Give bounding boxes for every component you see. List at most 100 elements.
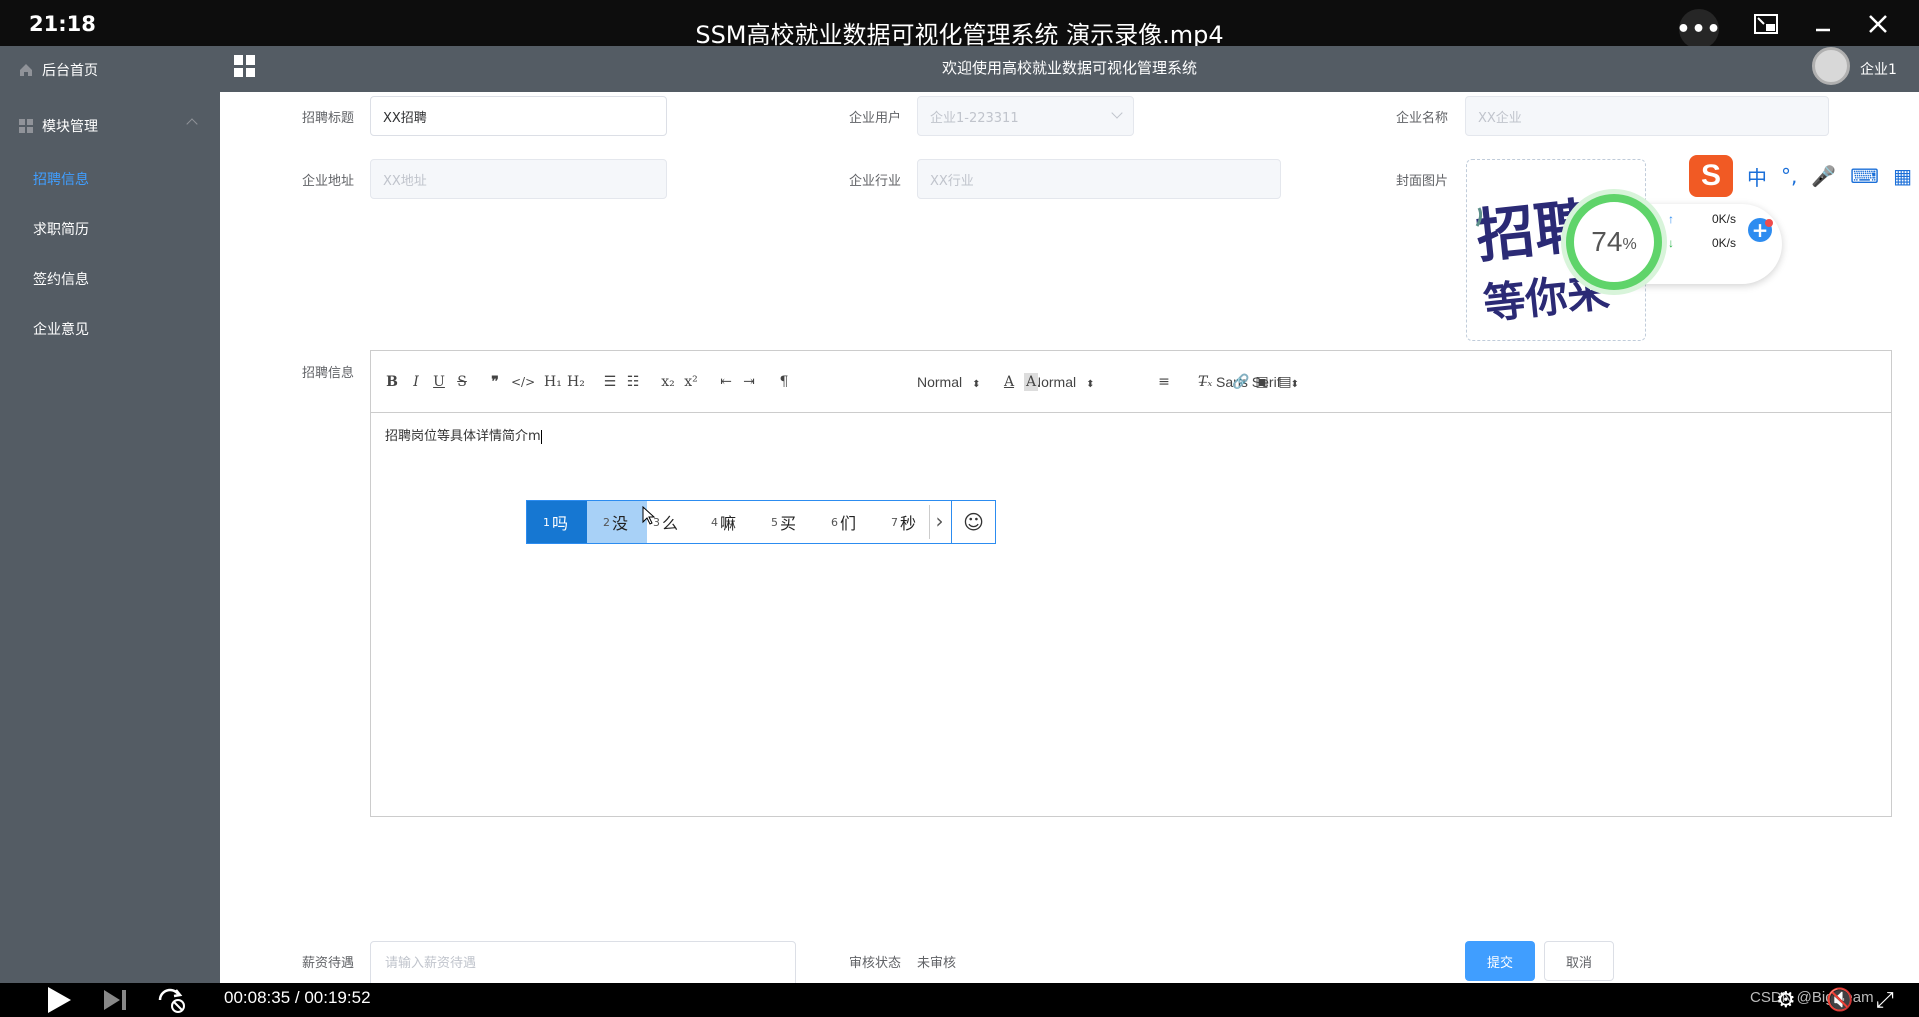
sidebar-item-home[interactable]: 后台首页 xyxy=(0,50,220,90)
submit-button[interactable]: 提交 xyxy=(1465,941,1535,981)
fullscreen-button[interactable]: ⤢ xyxy=(1876,985,1894,1015)
superscript-icon[interactable]: x² xyxy=(684,373,698,391)
image-icon[interactable]: ▣ xyxy=(1255,373,1269,391)
next-button[interactable] xyxy=(102,985,128,1015)
download-speed: 0K/s xyxy=(1712,236,1737,250)
clear-format-icon[interactable]: T̶ₓ xyxy=(1198,373,1212,391)
sogou-logo[interactable]: S xyxy=(1689,155,1733,197)
sidebar-item-resumes[interactable]: 求职简历 xyxy=(0,209,220,249)
settings-button[interactable]: ⚙ xyxy=(1776,985,1796,1015)
company-user-value: 企业1-223311 xyxy=(930,110,1019,126)
more-options-button[interactable]: ••• xyxy=(1676,9,1722,49)
cancel-button[interactable]: 取消 xyxy=(1544,941,1614,981)
code-block-icon[interactable]: </> xyxy=(511,373,535,391)
chevron-right-icon[interactable]: › xyxy=(929,505,949,539)
salary-placeholder: 请输入薪资待遇 xyxy=(385,956,477,971)
volume-button[interactable]: 🔇 xyxy=(1826,985,1853,1015)
header-picker-label: Normal xyxy=(917,374,963,390)
pip-button[interactable] xyxy=(1746,7,1786,41)
text-direction-icon[interactable]: ¶ xyxy=(777,373,791,391)
upload-arrow-icon: ↑ xyxy=(1668,212,1674,226)
candidate-text: 买 xyxy=(780,514,797,533)
minimize-button[interactable] xyxy=(1803,7,1843,41)
industry-input[interactable]: XX行业 xyxy=(917,159,1281,199)
ime-candidate[interactable]: 1吗 xyxy=(527,501,587,543)
company-name-value: XX企业 xyxy=(1478,110,1522,126)
ime-candidate[interactable]: 5买 xyxy=(765,501,825,543)
sidebar-item-contracts[interactable]: 签约信息 xyxy=(0,259,220,299)
skip-next-icon xyxy=(104,990,126,1010)
sidebar-item-module[interactable]: 模块管理 xyxy=(0,106,220,146)
play-button[interactable] xyxy=(46,985,72,1015)
video-player: 21:18 SSM高校就业数据可视化管理系统 演示录像.mp4 ••• 后台首页… xyxy=(0,0,1919,1017)
bullet-list-icon[interactable]: ☷ xyxy=(626,373,640,391)
video-icon[interactable]: ▤ xyxy=(1278,373,1292,391)
font-color-icon[interactable]: A xyxy=(1002,373,1016,391)
italic-icon[interactable]: I xyxy=(409,373,423,391)
candidate-text: 们 xyxy=(840,514,857,533)
title-input-value: XX招聘 xyxy=(383,110,427,126)
memory-usage-ring[interactable]: 74% xyxy=(1566,194,1662,290)
ime-candidate[interactable]: 2没 xyxy=(587,501,647,543)
close-button[interactable] xyxy=(1858,7,1898,41)
bold-icon[interactable]: B xyxy=(385,373,399,391)
rich-text-editor[interactable]: B I U S ❞ </> H₁ H₂ ☰ ☷ x₂ x² ⇤ ⇥ ¶ Norm… xyxy=(370,350,1892,817)
industry-value: XX行业 xyxy=(930,173,974,189)
candidate-number: 1 xyxy=(543,515,550,529)
close-icon xyxy=(1869,15,1887,33)
header-2-icon[interactable]: H₂ xyxy=(567,373,585,391)
emoji-icon[interactable]: ☺ xyxy=(951,501,995,543)
upload-speed: 0K/s xyxy=(1712,212,1737,226)
loop-button[interactable] xyxy=(156,985,188,1015)
ime-candidate[interactable]: 6们 xyxy=(825,501,885,543)
background-color-icon[interactable]: A xyxy=(1024,373,1038,391)
outdent-icon[interactable]: ⇤ xyxy=(719,373,733,391)
ime-candidate[interactable]: 4嘛 xyxy=(705,501,765,543)
sidebar-item-recruitment[interactable]: 招聘信息 xyxy=(0,159,220,199)
underline-icon[interactable]: U xyxy=(432,373,446,391)
candidate-number: 7 xyxy=(891,515,898,529)
sidebar-item-feedback[interactable]: 企业意见 xyxy=(0,309,220,349)
ime-candidate[interactable]: 7秒 xyxy=(885,501,929,543)
playback-time: 00:08:35 / 00:19:52 xyxy=(224,988,371,1007)
keyboard-icon[interactable]: ⌨ xyxy=(1850,164,1879,188)
align-icon[interactable]: ≡ xyxy=(1157,373,1171,391)
company-name-input[interactable]: XX企业 xyxy=(1465,96,1829,136)
company-user-select[interactable]: 企业1-223311 xyxy=(917,96,1134,136)
indent-icon[interactable]: ⇥ xyxy=(742,373,756,391)
blockquote-icon[interactable]: ❞ xyxy=(488,373,502,391)
microphone-icon[interactable]: 🎤 xyxy=(1811,164,1836,188)
review-status: 未审核 xyxy=(917,956,957,971)
more-icon: ••• xyxy=(1676,16,1722,42)
strike-icon[interactable]: S xyxy=(455,373,469,391)
title-label: 招聘标题 xyxy=(302,111,355,126)
candidate-number: 5 xyxy=(771,515,778,529)
loop-icon xyxy=(158,988,185,1013)
minimize-icon xyxy=(1816,28,1830,32)
avatar[interactable] xyxy=(1812,47,1850,85)
size-picker[interactable]: Normal xyxy=(1031,373,1095,391)
apps-grid-icon[interactable]: ▦ xyxy=(1893,164,1912,188)
link-icon[interactable]: 🔗 xyxy=(1232,373,1249,391)
editor-body[interactable]: 招聘岗位等具体详情简介m xyxy=(385,425,542,444)
sidebar-item-label: 招聘信息 xyxy=(33,172,89,188)
input-mode-toggle[interactable]: 中 xyxy=(1747,162,1767,191)
sidebar-item-label: 企业意见 xyxy=(33,322,89,338)
address-input[interactable]: XX地址 xyxy=(370,159,667,199)
subscript-icon[interactable]: x₂ xyxy=(661,373,675,391)
candidate-text: 吗 xyxy=(552,514,569,533)
candidate-text: 么 xyxy=(662,514,679,533)
title-input[interactable]: XX招聘 xyxy=(370,96,667,136)
company-user-label: 企业用户 xyxy=(849,111,902,126)
punctuation-icon[interactable]: °, xyxy=(1781,164,1797,188)
top-header: 欢迎使用高校就业数据可视化管理系统 企业1 xyxy=(220,46,1919,92)
notification-dot xyxy=(1765,219,1773,227)
grid-icon xyxy=(19,119,33,133)
salary-textarea[interactable]: 请输入薪资待遇 xyxy=(370,941,796,989)
ordered-list-icon[interactable]: ☰ xyxy=(603,373,617,391)
play-icon xyxy=(48,987,71,1013)
header-1-icon[interactable]: H₁ xyxy=(544,373,562,391)
company-name-label: 企业名称 xyxy=(1396,111,1449,126)
header-picker[interactable]: Normal xyxy=(917,373,981,391)
user-name[interactable]: 企业1 xyxy=(1860,59,1897,79)
